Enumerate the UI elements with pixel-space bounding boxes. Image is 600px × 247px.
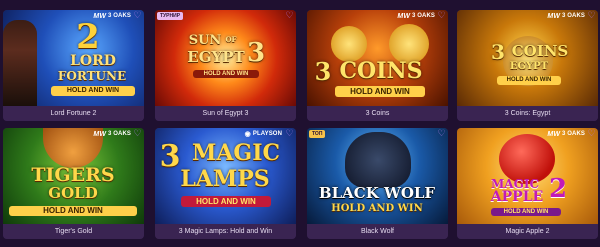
game-title-label: Magic Apple 2 xyxy=(457,224,598,239)
game-thumbnail: 3 COINS HOLD AND WIN xyxy=(307,10,448,106)
game-logo-plate: HOLD AND WIN xyxy=(491,208,561,216)
heart-icon[interactable]: ♡ xyxy=(437,129,446,138)
heart-icon[interactable]: ♡ xyxy=(285,11,294,20)
game-card-3-magic-lamps[interactable]: 3 MAGIC LAMPS HOLD AND WIN ◉ PLAYSON ♡ 3 … xyxy=(155,128,296,239)
game-logo-line: COINS xyxy=(511,42,569,60)
character-figure xyxy=(3,20,37,106)
game-title-label: 3 Coins xyxy=(307,106,448,121)
tournament-badge: ТУРНИР xyxy=(157,12,184,20)
game-title-label: Lord Fortune 2 xyxy=(3,106,144,121)
game-logo-line: TIGERS xyxy=(31,164,115,186)
game-logo-line: HOLD AND WIN xyxy=(331,203,423,214)
game-title-label: Tiger's Gold xyxy=(3,224,144,239)
heart-icon[interactable]: ♡ xyxy=(133,129,142,138)
game-thumbnail: 3 COINS EGYPT HOLD AND WIN xyxy=(457,10,598,106)
game-card-tigers-gold[interactable]: TIGERS GOLD HOLD AND WIN MW 3 OAKS ♡ Tige… xyxy=(3,128,144,239)
game-logo-line: GOLD xyxy=(48,184,98,202)
game-card-3-coins-egypt[interactable]: 3 COINS EGYPT HOLD AND WIN MW 3 OAKS ♡ 3 … xyxy=(457,10,598,121)
game-logo-plate: HOLD AND WIN xyxy=(193,70,259,78)
game-logo-line: MAGIC xyxy=(191,140,280,166)
game-logo-number: 3 xyxy=(314,57,332,86)
game-card-black-wolf[interactable]: BLACK WOLF HOLD AND WIN ТОП ♡ Black Wolf xyxy=(307,128,448,239)
game-thumbnail: BLACK WOLF HOLD AND WIN xyxy=(307,128,448,224)
heart-icon[interactable]: ♡ xyxy=(285,129,294,138)
game-card-3-coins[interactable]: 3 COINS HOLD AND WIN MW 3 OAKS ♡ 3 Coins xyxy=(307,10,448,121)
provider-logo: MW 3 OAKS xyxy=(93,131,131,138)
game-logo-plate: HOLD AND WIN xyxy=(335,86,425,97)
provider-logo: MW 3 OAKS xyxy=(93,13,131,20)
heart-icon[interactable]: ♡ xyxy=(437,11,446,20)
provider-logo: MW 3 OAKS xyxy=(547,13,585,20)
game-logo-number: 3 xyxy=(246,38,266,68)
provider-logo: MW 3 OAKS xyxy=(547,131,585,138)
game-card-lord-fortune-2[interactable]: 2 LORD FORTUNE HOLD AND WIN MW 3 OAKS ♡ L… xyxy=(3,10,144,121)
game-title-label: 3 Magic Lamps: Hold and Win xyxy=(155,224,296,239)
provider-logo: MW 3 OAKS xyxy=(397,13,435,20)
game-logo-line: BLACK WOLF xyxy=(318,184,436,202)
game-thumbnail: SUN OF EGYPT 3 HOLD AND WIN xyxy=(155,10,296,106)
game-thumbnail: TIGERS GOLD HOLD AND WIN xyxy=(3,128,144,224)
game-title-label: Sun of Egypt 3 xyxy=(155,106,296,121)
game-thumbnail: MAGIC APPLE 2 HOLD AND WIN xyxy=(457,128,598,224)
game-title-label: Black Wolf xyxy=(307,224,448,239)
game-thumbnail: 3 MAGIC LAMPS HOLD AND WIN xyxy=(155,128,296,224)
game-thumbnail: 2 LORD FORTUNE HOLD AND WIN xyxy=(3,10,144,106)
top-badge: ТОП xyxy=(309,130,326,138)
game-logo-plate: HOLD AND WIN xyxy=(497,76,561,85)
game-logo-line: OF xyxy=(225,35,237,44)
game-logo-line: COINS xyxy=(339,58,423,84)
game-logo-number: 2 xyxy=(76,17,100,57)
heart-icon[interactable]: ♡ xyxy=(587,11,596,20)
game-logo-line: LAMPS xyxy=(180,166,270,192)
game-logo-line: APPLE xyxy=(490,189,544,205)
heart-icon[interactable]: ♡ xyxy=(587,129,596,138)
game-logo-number: 2 xyxy=(548,174,568,204)
coin-graphic xyxy=(331,26,367,62)
wolf-figure xyxy=(345,132,411,188)
game-logo-plate: HOLD AND WIN xyxy=(51,86,135,96)
game-title-label: 3 Coins: Egypt xyxy=(457,106,598,121)
game-card-sun-of-egypt-3[interactable]: SUN OF EGYPT 3 HOLD AND WIN ТУРНИР ♡ Sun… xyxy=(155,10,296,121)
games-grid: 2 LORD FORTUNE HOLD AND WIN MW 3 OAKS ♡ L… xyxy=(0,0,600,247)
game-logo-plate: HOLD AND WIN xyxy=(181,196,271,207)
game-logo-line: EGYPT xyxy=(509,61,549,72)
game-logo-line: FORTUNE xyxy=(57,69,127,83)
game-card-magic-apple-2[interactable]: MAGIC APPLE 2 HOLD AND WIN MW 3 OAKS ♡ Ma… xyxy=(457,128,598,239)
heart-icon[interactable]: ♡ xyxy=(133,11,142,20)
game-logo-plate: HOLD AND WIN xyxy=(9,206,137,216)
game-logo-line: LORD xyxy=(70,53,116,69)
game-logo-line: SUN xyxy=(188,33,222,48)
game-logo-line: EGYPT xyxy=(187,48,245,66)
provider-logo: ◉ PLAYSON xyxy=(244,131,282,138)
